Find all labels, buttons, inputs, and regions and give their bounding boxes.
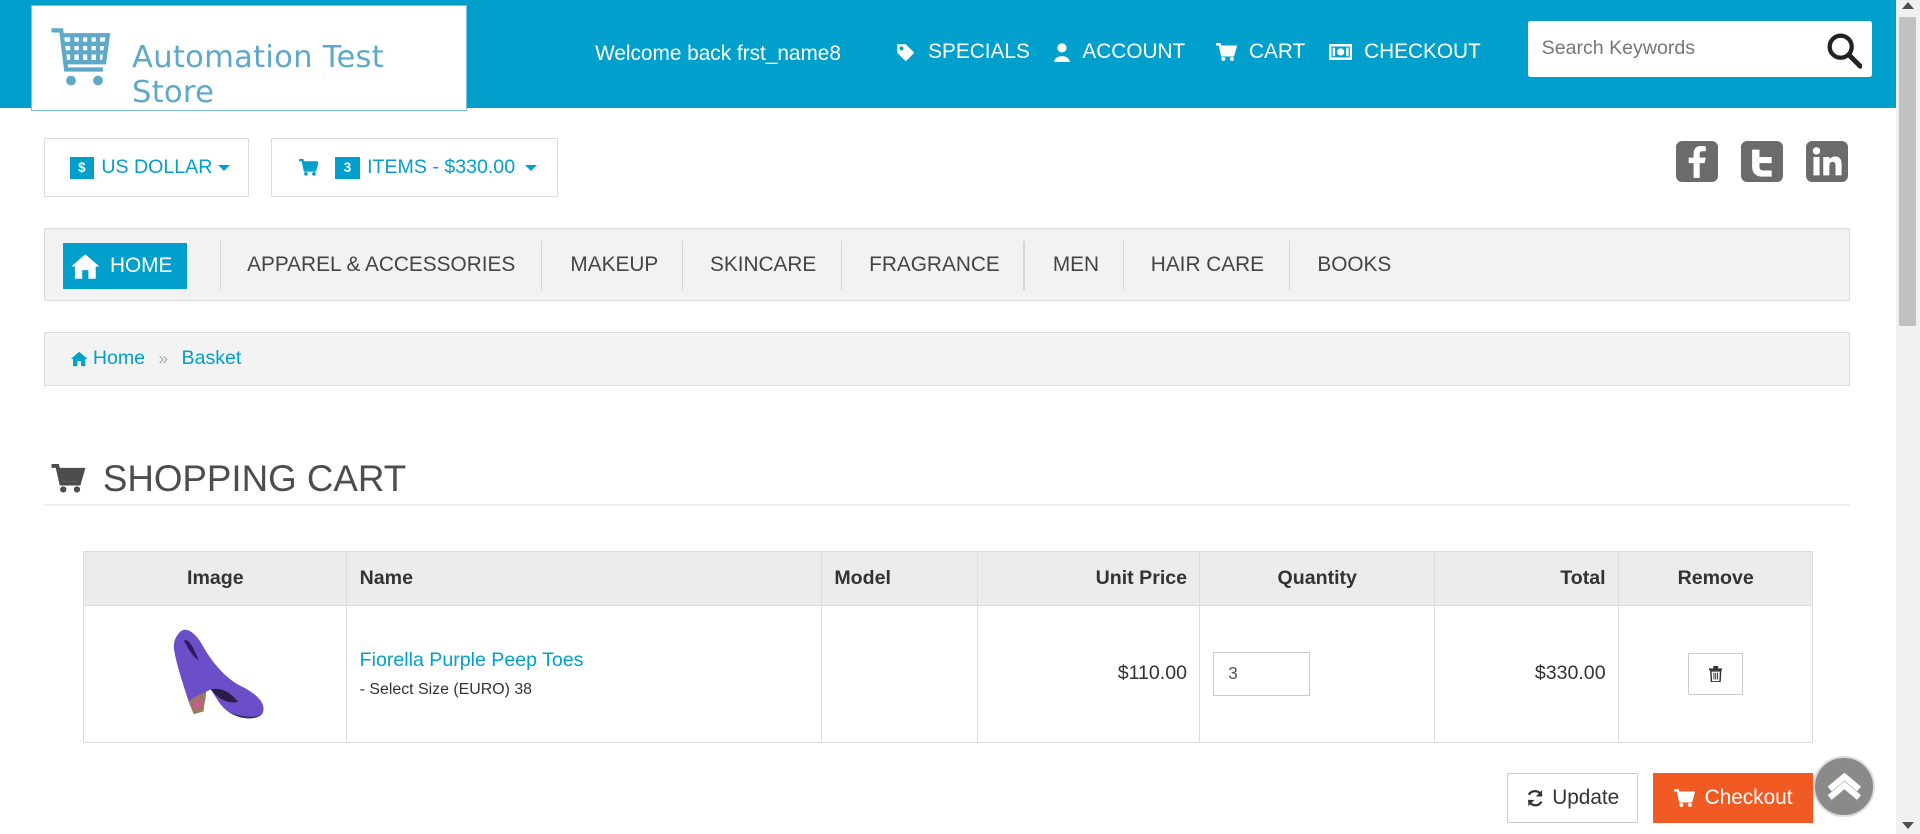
home-icon [70, 253, 99, 279]
table-row: Fiorella Purple Peep Toes - Select Size … [83, 604, 1814, 744]
linkedin-icon[interactable] [1806, 140, 1848, 183]
mini-cart-count: 3 [335, 156, 360, 179]
nav-divider [681, 240, 684, 290]
home-icon [70, 351, 88, 366]
nav-checkout-label: CHECKOUT [1364, 40, 1481, 64]
category-books[interactable]: BOOKS [1317, 253, 1391, 277]
nav-account[interactable]: ACCOUNT [1054, 40, 1185, 64]
cart-icon [298, 159, 319, 176]
option-text: Select Size (EURO) 38 [369, 680, 533, 698]
mini-cart-dropdown[interactable]: 3 ITEMS - $330.00 [270, 138, 559, 198]
logo-text: Automation Test Store [132, 40, 384, 111]
breadcrumb-home[interactable]: Home [93, 347, 145, 370]
nav-checkout[interactable]: CHECKOUT [1328, 40, 1481, 64]
quantity-input[interactable] [1212, 651, 1311, 696]
refresh-icon [1528, 789, 1544, 806]
breadcrumb-basket[interactable]: Basket [182, 347, 242, 370]
option-bullet: - [359, 680, 365, 698]
product-name-cell: Fiorella Purple Peep Toes - Select Size … [346, 604, 823, 744]
category-men[interactable]: MEN [1053, 253, 1099, 277]
update-button[interactable]: Update [1507, 772, 1639, 823]
nav-divider [1122, 240, 1124, 290]
nav-specials[interactable]: SPECIALS [896, 40, 1030, 64]
top-header: Automation Test Store Welcome back frst_… [0, 0, 1896, 112]
scroll-to-top-button[interactable] [1813, 755, 1875, 817]
scroll-down-arrow[interactable] [1901, 821, 1914, 829]
chevron-down-icon [218, 164, 231, 171]
product-model [821, 604, 978, 744]
scroll-thumb[interactable] [1899, 17, 1917, 326]
breadcrumb: Home » Basket [44, 331, 1851, 386]
nav-cart-label: CART [1248, 40, 1306, 64]
nav-divider [1023, 240, 1025, 290]
nav-divider [1289, 240, 1291, 290]
line-total: $330.00 [1434, 604, 1619, 744]
category-hair-care[interactable]: HAIR CARE [1151, 253, 1264, 277]
currency-label: US DOLLAR [101, 156, 213, 179]
category-home[interactable]: HOME [63, 243, 188, 289]
update-label: Update [1552, 785, 1620, 809]
cart-table: Image Name Model Unit Price Quantity Tot… [83, 551, 1814, 744]
column-header: Model [821, 551, 978, 606]
column-header: Quantity [1199, 551, 1436, 606]
currency-symbol: $ [69, 156, 95, 179]
scrollbar[interactable] [1895, 0, 1920, 834]
nav-divider [541, 240, 543, 290]
page-title-text: SHOPPING CART [102, 457, 407, 499]
divider [44, 504, 1851, 506]
currency-dropdown[interactable]: $ US DOLLAR [44, 138, 249, 198]
scroll-up-arrow[interactable] [1901, 2, 1914, 10]
mini-cart-label: ITEMS - $330.00 [367, 156, 516, 179]
quantity-cell [1199, 604, 1436, 744]
twitter-icon[interactable] [1741, 140, 1783, 183]
store-logo[interactable]: Automation Test Store [30, 4, 467, 112]
column-header: Image [83, 551, 348, 606]
chevron-up-icon [1827, 772, 1861, 800]
cart-icon [1674, 788, 1695, 807]
remove-button[interactable] [1688, 652, 1744, 696]
nav-specials-label: SPECIALS [928, 40, 1030, 64]
nav-divider [220, 240, 222, 290]
product-link[interactable]: Fiorella Purple Peep Toes [360, 649, 809, 672]
product-image[interactable] [157, 616, 273, 726]
trash-icon [1708, 666, 1723, 682]
search-box [1528, 20, 1873, 78]
category-fragrance[interactable]: FRAGRANCE [869, 253, 1000, 277]
category-skincare[interactable]: SKINCARE [710, 253, 816, 277]
column-header: Total [1434, 551, 1619, 606]
category-makeup[interactable]: MAKEUP [570, 253, 658, 277]
table-header-row: Image Name Model Unit Price Quantity Tot… [83, 551, 1814, 606]
category-home-label: HOME [109, 254, 173, 278]
nav-account-label: ACCOUNT [1082, 40, 1186, 64]
product-option: - Select Size (EURO) 38 [360, 681, 809, 699]
money-icon [1328, 44, 1352, 61]
unit-price: $110.00 [976, 604, 1201, 744]
page-title: SHOPPING CART [51, 458, 406, 500]
page: Automation Test Store Welcome back frst_… [0, 0, 1920, 834]
cart-logo-icon [51, 28, 110, 86]
nav-cart[interactable]: CART [1215, 40, 1306, 64]
remove-cell [1617, 604, 1814, 744]
column-header: Name [346, 551, 823, 606]
cart-icon [51, 464, 86, 493]
search-input[interactable] [1528, 20, 1810, 78]
product-image-cell [83, 604, 348, 744]
facebook-icon[interactable] [1676, 140, 1718, 183]
cart-icon [1215, 43, 1237, 62]
column-header: Unit Price [976, 551, 1201, 606]
welcome-message[interactable]: Welcome back frst_name8 [595, 42, 841, 66]
chevron-right-icon: » [158, 348, 169, 369]
checkout-label: Checkout [1704, 785, 1793, 809]
checkout-button[interactable]: Checkout [1653, 772, 1814, 823]
category-nav: HOME APPAREL & ACCESSORIES MAKEUP SKINCA… [44, 227, 1851, 302]
tag-icon [897, 43, 915, 61]
chevron-down-icon [524, 164, 537, 171]
column-header: Remove [1617, 551, 1814, 606]
category-apparel[interactable]: APPAREL & ACCESSORIES [247, 253, 515, 277]
search-icon[interactable] [1826, 32, 1863, 69]
user-icon [1054, 42, 1071, 63]
nav-divider [841, 240, 843, 290]
